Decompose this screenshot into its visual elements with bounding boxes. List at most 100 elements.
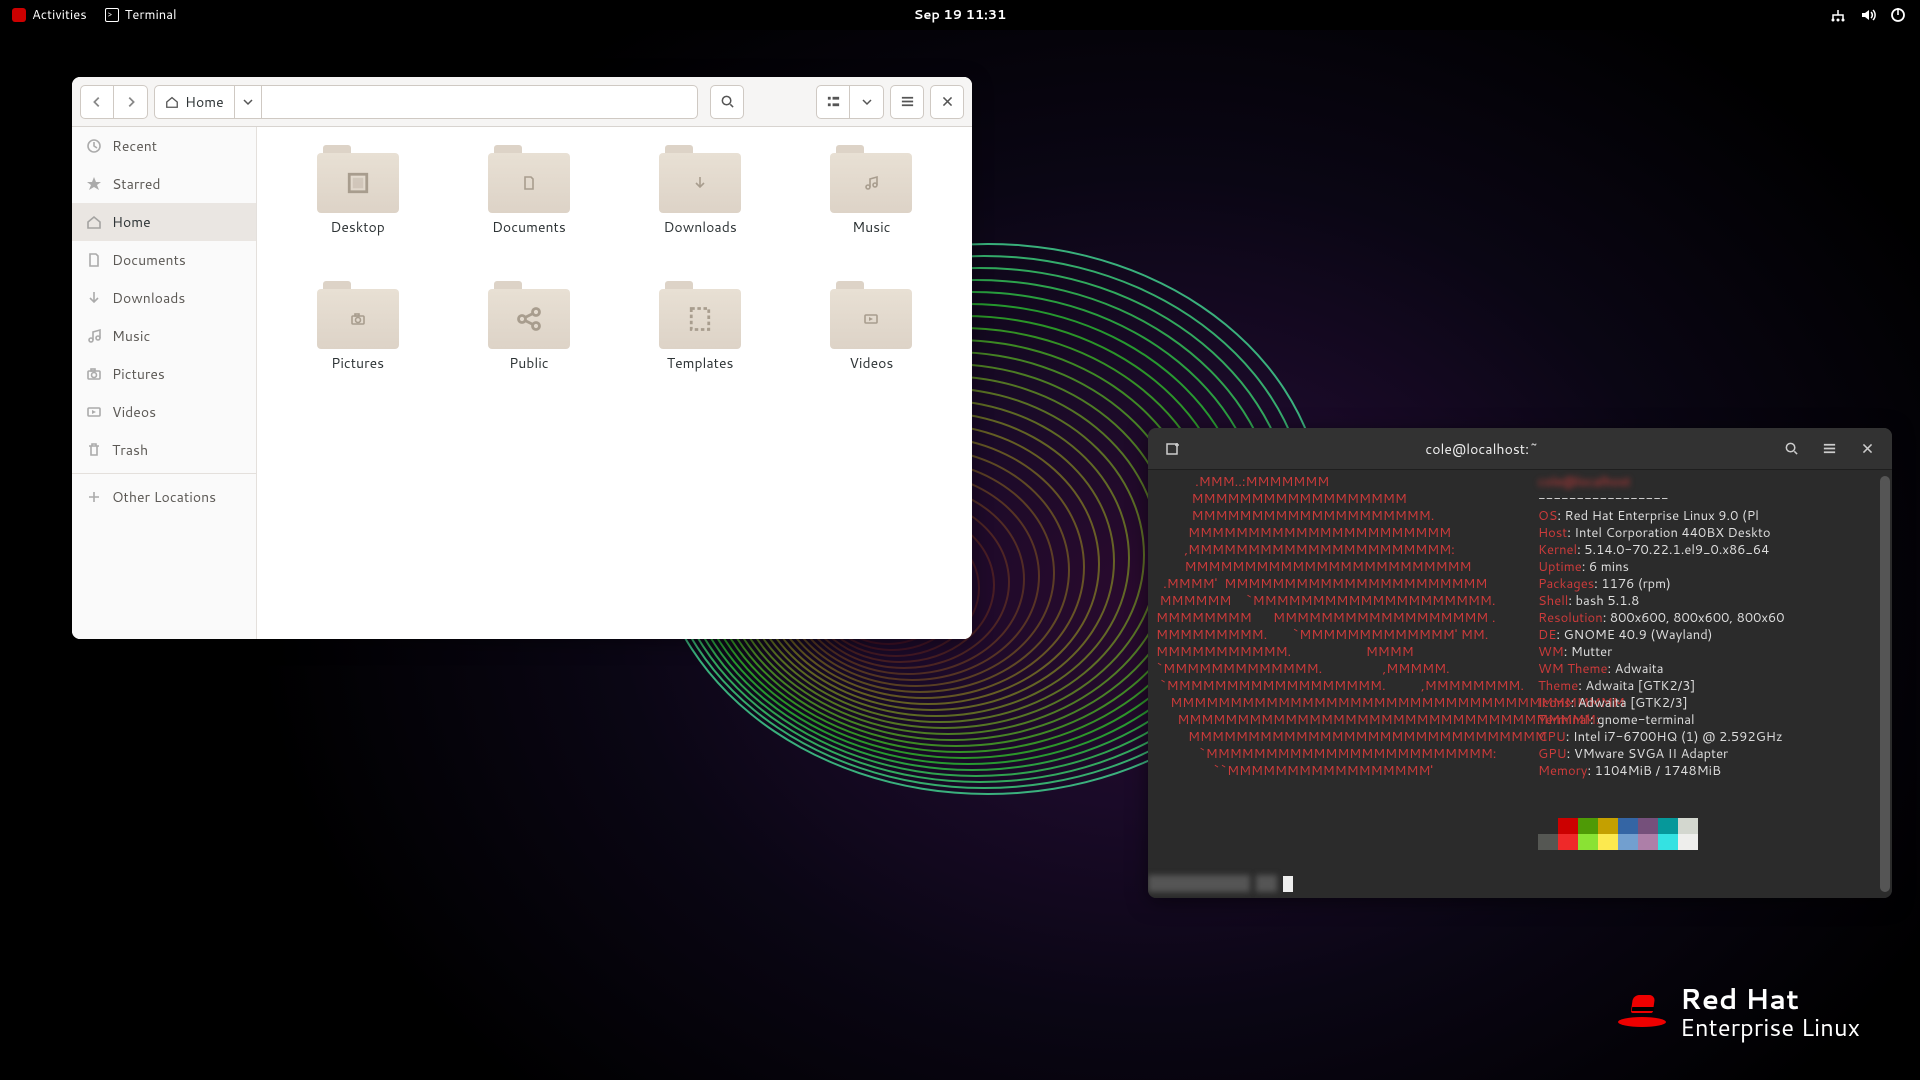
down-icon bbox=[86, 290, 102, 306]
trash-icon bbox=[86, 442, 102, 458]
sidebar-item-videos[interactable]: Videos bbox=[72, 393, 256, 431]
folder-icon bbox=[317, 145, 399, 213]
sidebar-item-label: Other Locations bbox=[112, 487, 216, 507]
files-headerbar: Home bbox=[72, 77, 972, 127]
terminal-search-button[interactable] bbox=[1774, 434, 1808, 464]
redhat-logo-icon bbox=[12, 8, 26, 22]
folder-label: Videos bbox=[849, 353, 893, 373]
neofetch-system-info: cole@localhost-----------------OS: Red H… bbox=[1538, 474, 1784, 780]
activities-button[interactable]: Activities bbox=[12, 6, 87, 24]
redhat-fedora-icon bbox=[1618, 995, 1666, 1031]
back-button[interactable] bbox=[80, 85, 114, 119]
nautilus-window: Home RecentStarredHomeDocumentsDownl bbox=[72, 77, 972, 639]
sidebar-item-home[interactable]: Home bbox=[72, 203, 256, 241]
close-icon bbox=[1861, 442, 1874, 455]
folder-icon bbox=[659, 281, 741, 349]
folder-icon bbox=[488, 281, 570, 349]
folder-templates[interactable]: Templates bbox=[620, 281, 781, 411]
new-tab-icon bbox=[1165, 441, 1181, 457]
folder-icon bbox=[488, 145, 570, 213]
sidebar-item-label: Pictures bbox=[112, 364, 165, 384]
sidebar-item-label: Music bbox=[112, 326, 150, 346]
path-home-button[interactable]: Home bbox=[154, 85, 235, 119]
gnome-terminal-window: cole@localhost:~ .MMM..:MMMMMMM MMMMMMMM… bbox=[1148, 428, 1892, 898]
terminal-scrollbar[interactable] bbox=[1880, 476, 1890, 892]
folder-icon bbox=[659, 145, 741, 213]
forward-button[interactable] bbox=[114, 85, 148, 119]
music-icon bbox=[86, 328, 102, 344]
hamburger-icon bbox=[1822, 441, 1837, 456]
cursor bbox=[1283, 876, 1293, 892]
app-menu-label: Terminal bbox=[125, 6, 177, 24]
gnome-top-bar: Activities Terminal Sep 19 11:31 bbox=[0, 0, 1920, 30]
terminal-menu-button[interactable] bbox=[1812, 434, 1846, 464]
view-options-button[interactable] bbox=[850, 85, 884, 119]
sidebar-item-documents[interactable]: Documents bbox=[72, 241, 256, 279]
search-icon bbox=[1784, 441, 1799, 456]
close-icon bbox=[941, 95, 954, 108]
folder-documents[interactable]: Documents bbox=[448, 145, 609, 275]
folder-label: Downloads bbox=[663, 217, 736, 237]
folder-label: Music bbox=[852, 217, 890, 237]
volume-icon[interactable] bbox=[1860, 7, 1876, 23]
neofetch-color-palette bbox=[1538, 818, 1698, 850]
terminal-viewport[interactable]: .MMM..:MMMMMMM MMMMMMMMMMMMMMMMMM MMMMMM… bbox=[1148, 470, 1892, 898]
activities-label: Activities bbox=[32, 6, 87, 24]
shell-prompt: user@hostname~$ bbox=[1148, 875, 1293, 892]
network-icon[interactable] bbox=[1830, 7, 1846, 23]
terminal-close-button[interactable] bbox=[1850, 434, 1884, 464]
search-icon bbox=[720, 94, 735, 109]
list-view-icon bbox=[826, 94, 841, 109]
terminal-icon bbox=[105, 8, 119, 22]
redhat-brand-watermark: Red Hat Enterprise Linux bbox=[1618, 985, 1860, 1040]
sidebar-item-pictures[interactable]: Pictures bbox=[72, 355, 256, 393]
sidebar-item-recent[interactable]: Recent bbox=[72, 127, 256, 165]
folder-desktop[interactable]: Desktop bbox=[277, 145, 438, 275]
power-icon[interactable] bbox=[1890, 7, 1906, 23]
folder-label: Desktop bbox=[330, 217, 384, 237]
path-label: Home bbox=[185, 92, 224, 112]
camera-icon bbox=[86, 366, 102, 382]
folder-downloads[interactable]: Downloads bbox=[620, 145, 781, 275]
sidebar-item-music[interactable]: Music bbox=[72, 317, 256, 355]
brand-line2: Enterprise Linux bbox=[1680, 1015, 1860, 1040]
sidebar-item-label: Downloads bbox=[112, 288, 185, 308]
sidebar-item-trash[interactable]: Trash bbox=[72, 431, 256, 469]
sidebar-item-other-locations[interactable]: Other Locations bbox=[72, 478, 256, 516]
sidebar-item-label: Recent bbox=[112, 136, 157, 156]
folder-label: Documents bbox=[492, 217, 566, 237]
folder-icon bbox=[830, 145, 912, 213]
sidebar-item-starred[interactable]: Starred bbox=[72, 165, 256, 203]
home-icon bbox=[165, 95, 179, 109]
sidebar-item-label: Starred bbox=[112, 174, 161, 194]
folder-videos[interactable]: Videos bbox=[791, 281, 952, 411]
terminal-title: cole@localhost:~ bbox=[1190, 439, 1774, 459]
sidebar-item-downloads[interactable]: Downloads bbox=[72, 279, 256, 317]
search-button[interactable] bbox=[710, 85, 744, 119]
folder-icon bbox=[830, 281, 912, 349]
address-bar[interactable] bbox=[262, 85, 698, 119]
folder-label: Templates bbox=[667, 353, 734, 373]
sidebar-item-label: Home bbox=[112, 212, 151, 232]
home-icon bbox=[86, 214, 102, 230]
new-tab-button[interactable] bbox=[1156, 434, 1190, 464]
terminal-headerbar: cole@localhost:~ bbox=[1148, 428, 1892, 470]
hamburger-menu-button[interactable] bbox=[890, 85, 924, 119]
video-icon bbox=[86, 404, 102, 420]
folder-pictures[interactable]: Pictures bbox=[277, 281, 438, 411]
sidebar-item-label: Videos bbox=[112, 402, 156, 422]
folder-music[interactable]: Music bbox=[791, 145, 952, 275]
app-menu-terminal[interactable]: Terminal bbox=[105, 6, 177, 24]
view-toggle-button[interactable] bbox=[816, 85, 850, 119]
path-dropdown-button[interactable] bbox=[235, 85, 262, 119]
clock[interactable]: Sep 19 11:31 bbox=[914, 6, 1007, 24]
files-icon-grid[interactable]: Desktop Documents Downloads Music Pictur… bbox=[257, 127, 972, 639]
sidebar-item-label: Trash bbox=[112, 440, 148, 460]
hamburger-icon bbox=[900, 94, 915, 109]
chevron-right-icon bbox=[124, 95, 138, 109]
folder-label: Pictures bbox=[331, 353, 384, 373]
clock-icon bbox=[86, 138, 102, 154]
close-button[interactable] bbox=[930, 85, 964, 119]
chevron-left-icon bbox=[90, 95, 104, 109]
folder-public[interactable]: Public bbox=[448, 281, 609, 411]
